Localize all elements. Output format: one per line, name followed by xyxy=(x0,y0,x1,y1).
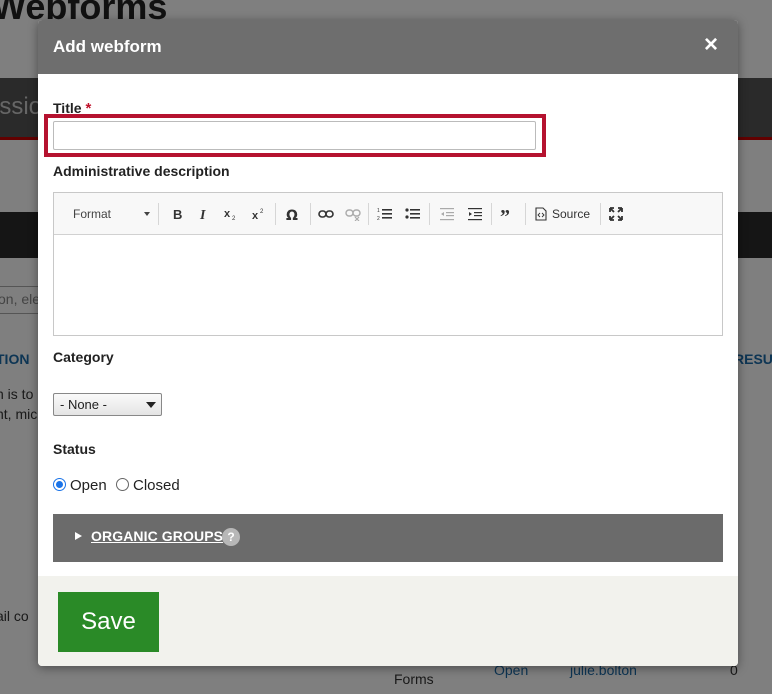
status-closed-radio[interactable] xyxy=(116,478,129,491)
title-input[interactable] xyxy=(53,121,536,150)
svg-text:2: 2 xyxy=(232,216,236,221)
status-open-label[interactable]: Open xyxy=(70,477,107,494)
svg-text:x: x xyxy=(224,208,231,220)
svg-text:2: 2 xyxy=(260,209,264,215)
organic-groups-section[interactable]: ORGANIC GROUPS ? xyxy=(53,514,723,562)
status-closed-label[interactable]: Closed xyxy=(133,477,180,494)
save-button[interactable]: Save xyxy=(58,592,159,652)
format-label: Format xyxy=(73,207,112,221)
svg-text:”: ” xyxy=(500,207,510,221)
add-webform-dialog: Add webform × Title * Administrative desc… xyxy=(38,20,738,666)
dialog-footer: Save xyxy=(38,576,738,666)
organic-groups-toggle[interactable]: ORGANIC GROUPS xyxy=(91,528,223,544)
category-select[interactable]: - None - xyxy=(53,393,162,416)
toolbar-separator xyxy=(525,203,526,225)
svg-text:2: 2 xyxy=(377,216,380,221)
svg-text:I: I xyxy=(199,208,206,221)
toolbar-separator xyxy=(429,203,430,225)
source-icon xyxy=(535,207,547,221)
toolbar-separator xyxy=(368,203,369,225)
description-editor-area[interactable] xyxy=(54,235,722,335)
indent-icon[interactable] xyxy=(464,203,486,225)
outdent-icon[interactable] xyxy=(436,203,458,225)
link-icon[interactable] xyxy=(315,203,337,225)
description-label: Administrative description xyxy=(53,163,230,179)
status-open-radio[interactable] xyxy=(53,478,66,491)
chevron-down-icon xyxy=(144,212,150,216)
close-icon[interactable]: × xyxy=(698,32,724,58)
svg-text:Ω: Ω xyxy=(286,208,298,221)
blockquote-icon[interactable]: ” xyxy=(497,203,519,225)
format-dropdown[interactable]: Format xyxy=(62,203,152,225)
toolbar-separator xyxy=(158,203,159,225)
maximize-icon[interactable] xyxy=(605,203,627,225)
subscript-icon[interactable]: x2 xyxy=(220,203,242,225)
svg-text:x: x xyxy=(252,210,259,221)
toolbar-separator xyxy=(600,203,601,225)
special-char-icon[interactable]: Ω xyxy=(282,203,304,225)
chevron-down-icon xyxy=(146,402,156,408)
source-button[interactable]: Source xyxy=(532,203,596,225)
dialog-header: Add webform × xyxy=(38,20,738,74)
category-label: Category xyxy=(53,349,114,365)
numbered-list-icon[interactable]: 12 xyxy=(374,203,396,225)
superscript-icon[interactable]: x2 xyxy=(248,203,270,225)
editor-toolbar: Format B I x2 x2 Ω 1 2 ” Source xyxy=(54,193,722,235)
italic-icon[interactable]: I xyxy=(192,203,214,225)
toolbar-separator xyxy=(310,203,311,225)
toolbar-separator xyxy=(275,203,276,225)
triangle-right-icon xyxy=(75,532,82,540)
category-selected-value: - None - xyxy=(60,397,107,412)
toolbar-separator xyxy=(491,203,492,225)
status-label: Status xyxy=(53,441,96,457)
bulleted-list-icon[interactable] xyxy=(402,203,424,225)
svg-text:B: B xyxy=(173,207,182,221)
help-icon[interactable]: ? xyxy=(222,528,240,546)
source-label: Source xyxy=(552,207,591,221)
svg-text:1: 1 xyxy=(377,208,380,214)
unlink-icon[interactable] xyxy=(342,203,364,225)
bold-icon[interactable]: B xyxy=(166,203,188,225)
dialog-title: Add webform xyxy=(53,37,162,56)
description-editor: Format B I x2 x2 Ω 1 2 ” Source xyxy=(53,192,723,336)
